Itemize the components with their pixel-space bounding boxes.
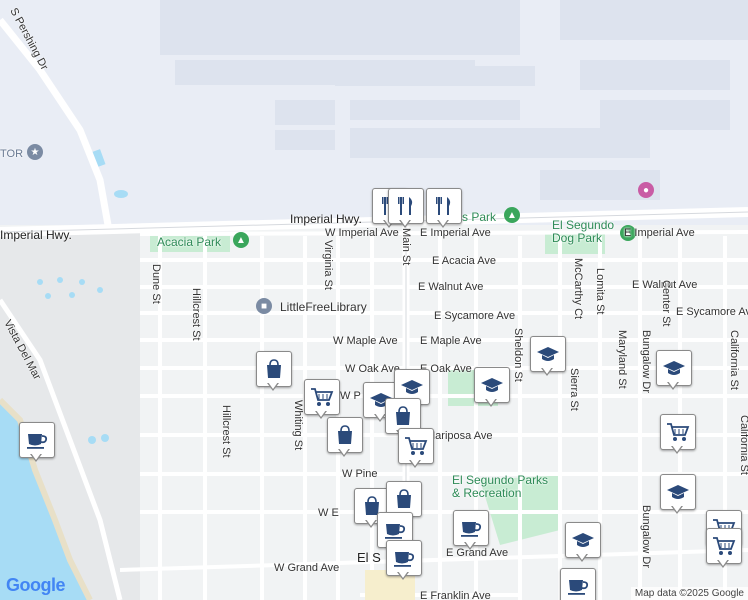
street-label: McCarthy Ct	[572, 258, 584, 320]
marker-pointer	[671, 445, 683, 454]
map-marker-school[interactable]	[656, 350, 692, 392]
marker-pointer	[671, 505, 683, 514]
map-marker-grocery[interactable]	[706, 528, 742, 570]
street-label: E Acacia Ave	[432, 255, 497, 267]
map-marker-school[interactable]	[660, 474, 696, 516]
marker-pointer	[399, 219, 411, 228]
marker-pointer	[30, 453, 42, 462]
street-label: Dune St	[150, 264, 162, 304]
street-label: W P	[340, 390, 361, 402]
street-label: W Grand Ave	[274, 562, 340, 574]
park-tree-icon[interactable]: ▲	[233, 232, 249, 248]
map-marker-cafe[interactable]	[19, 422, 55, 464]
map-marker-restaurant[interactable]	[426, 188, 462, 230]
museum-icon[interactable]: ★	[27, 144, 43, 160]
street-label: Sierra St	[568, 368, 580, 411]
street-label: Imperial Hwy.	[0, 228, 72, 242]
map-marker-school[interactable]	[530, 336, 566, 378]
map-canvas[interactable]: ★ ● ▲ ▲ ▲ ■ S Pershing Dr Imperial Hwy. …	[0, 0, 748, 600]
map-marker-store[interactable]	[327, 417, 363, 459]
street-label: California St	[728, 330, 740, 390]
marker-pointer	[365, 519, 377, 528]
map-marker-store[interactable]	[256, 351, 292, 393]
cafe-icon	[560, 568, 596, 600]
street-label: W E	[318, 507, 339, 519]
place-label[interactable]: LittleFreeLibrary	[280, 300, 367, 314]
street-label: E Imperial Ave	[624, 227, 695, 239]
place-label[interactable]: El Segundo Parks & Recreation	[452, 474, 548, 500]
marker-pointer	[485, 398, 497, 407]
street-label: Lomita St	[594, 268, 606, 315]
street-label: Maryland St	[616, 330, 628, 389]
street-label: E Maple Ave	[420, 335, 482, 347]
marker-pointer	[338, 448, 350, 457]
marker-pointer	[667, 381, 679, 390]
place-label[interactable]: El Segundo Dog Park	[552, 219, 614, 245]
marker-pointer	[437, 219, 449, 228]
map-marker-grocery[interactable]	[660, 414, 696, 456]
place-label[interactable]: s Park	[462, 210, 496, 224]
street-label: W Oak Ave	[345, 363, 400, 375]
street-label: Hillcrest St	[190, 288, 202, 341]
street-label: Main St	[400, 228, 412, 266]
marker-pointer	[397, 571, 409, 580]
street-label: Bungalow Dr	[640, 330, 652, 393]
street-label: Hillcrest St	[220, 405, 232, 458]
marker-pointer	[315, 410, 327, 419]
marker-pointer	[267, 382, 279, 391]
map-marker-grocery[interactable]	[304, 379, 340, 421]
map-marker-school[interactable]	[565, 522, 601, 564]
street-label: Bungalow Dr	[640, 505, 652, 568]
google-logo: Google	[6, 575, 66, 596]
marker-pointer	[576, 553, 588, 562]
street-label: Imperial Hwy.	[290, 212, 362, 226]
street-label: California St	[738, 415, 748, 475]
street-label: E Sycamore Ave	[434, 310, 516, 322]
street-label: W Pine	[342, 468, 378, 480]
marker-pointer	[541, 367, 553, 376]
street-label: Sheldon St	[512, 328, 524, 382]
map-attribution[interactable]: Map data ©2025 Google	[630, 587, 748, 600]
map-marker-cafe[interactable]	[560, 568, 596, 600]
map-marker-cafe[interactable]	[453, 510, 489, 552]
hotel-icon[interactable]: ●	[638, 182, 654, 198]
street-label: E Walnut Ave	[418, 281, 484, 293]
street-label: Mariposa Ave	[426, 430, 493, 442]
street-label: Center St	[660, 280, 672, 327]
street-label: Virginia St	[322, 240, 334, 290]
street-label: W Maple Ave	[333, 335, 398, 347]
library-icon[interactable]: ■	[256, 298, 272, 314]
place-label[interactable]: TOR	[0, 148, 23, 160]
street-label: E Sycamore Ave	[676, 306, 748, 318]
map-marker-grocery[interactable]	[398, 428, 434, 470]
marker-pointer	[717, 559, 729, 568]
map-marker-school[interactable]	[474, 367, 510, 409]
street-label: E Franklin Ave	[420, 590, 491, 600]
google-logo-text: Google	[6, 575, 66, 595]
street-label: Whiting St	[292, 400, 304, 451]
marker-pointer	[464, 541, 476, 550]
place-label[interactable]: Acacia Park	[157, 235, 221, 249]
marker-pointer	[409, 459, 421, 468]
map-marker-restaurant[interactable]	[388, 188, 424, 230]
park-tree-icon[interactable]: ▲	[504, 207, 520, 223]
map-marker-cafe[interactable]	[386, 540, 422, 582]
